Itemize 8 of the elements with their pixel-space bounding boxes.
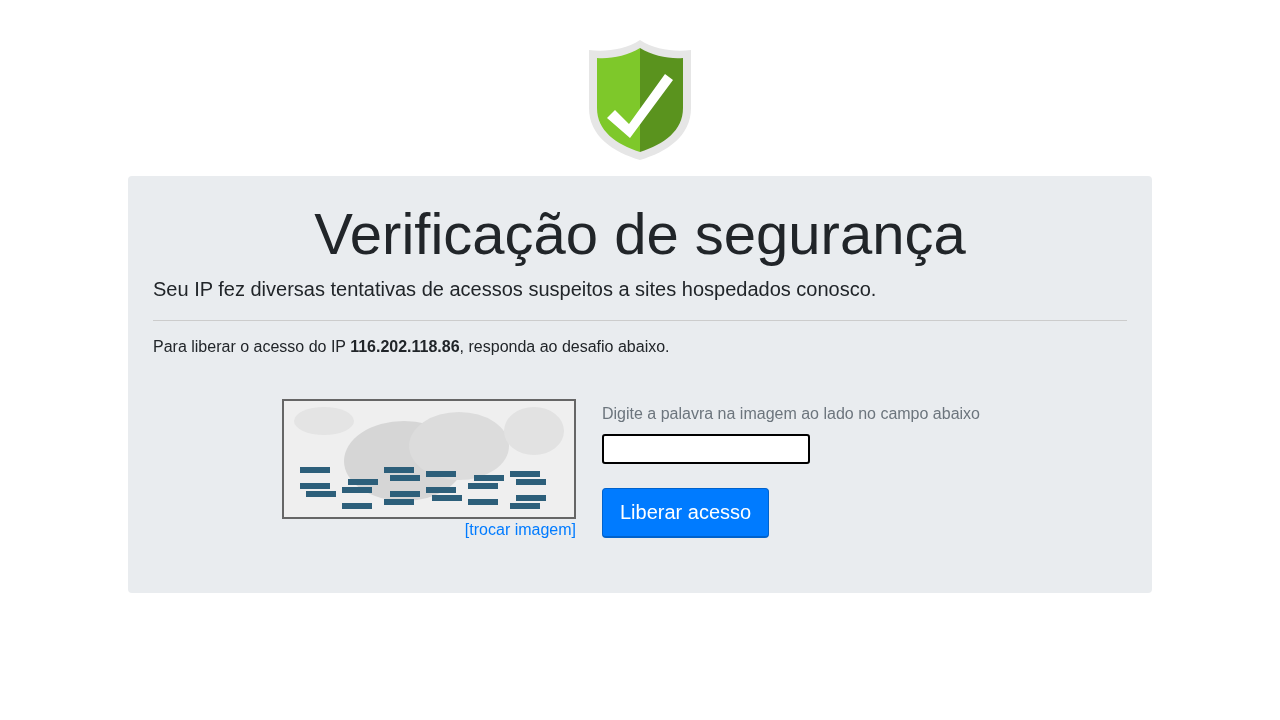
lead-text: Seu IP fez diversas tentativas de acessos suspeitos a sites hospedados conosco. xyxy=(153,277,878,301)
page-title: Verificação de segurança xyxy=(313,202,967,266)
field-hint: Digite a palavra na imagem ao lado no campo abaixo xyxy=(602,404,980,423)
change-image-link[interactable]: [trocar imagem] xyxy=(464,520,576,539)
captcha-input-field[interactable] xyxy=(602,433,810,464)
submit-button[interactable]: Liberar acesso xyxy=(602,487,770,538)
shield-check-icon xyxy=(587,38,693,162)
instruction-text: Para liberar o acesso do IP 116.202.118.86, responda ao desafio abaixo. xyxy=(153,337,671,356)
